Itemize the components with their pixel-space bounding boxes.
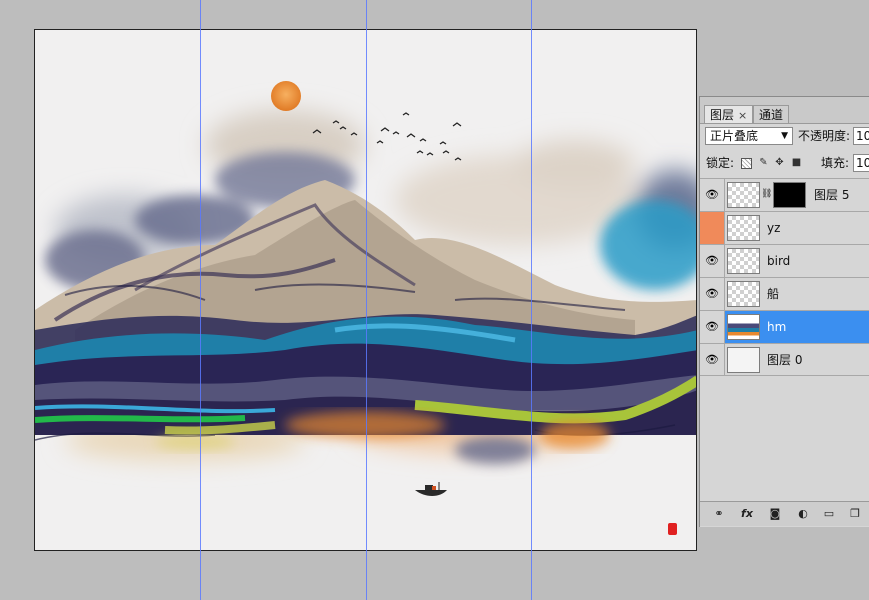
tab-channels[interactable]: 通道 — [753, 105, 790, 123]
lock-fill-row: 锁定: ✎ ✥ ■ 填充: 100% — [700, 151, 869, 175]
fx-icon[interactable]: fx — [738, 506, 756, 522]
boat — [415, 482, 447, 496]
eye-hidden-toggle[interactable] — [700, 212, 725, 244]
eye-icon[interactable]: 👁 — [700, 245, 725, 277]
tab-layers-label: 图层 — [710, 108, 735, 122]
layer-name: bird — [767, 254, 791, 268]
chevron-down-icon: ▼ — [781, 131, 788, 141]
layer-thumbnail — [727, 215, 760, 241]
layer-row-selected[interactable]: 👁 hm — [700, 310, 869, 343]
guide-line[interactable] — [366, 0, 367, 600]
layer-name: 图层 5 — [814, 188, 850, 202]
lock-move-icon[interactable]: ✥ — [774, 157, 785, 168]
new-group-icon[interactable]: ▭ — [820, 506, 838, 522]
red-seal — [668, 523, 677, 535]
layer-name: 船 — [767, 287, 780, 301]
layer-name: yz — [767, 221, 781, 235]
layer-row[interactable]: 👁 船 — [700, 277, 869, 310]
eye-icon[interactable]: 👁 — [700, 179, 725, 211]
opacity-label: 不透明度: — [798, 129, 851, 143]
layers-panel-footer: ⚭ fx ◙ ◐ ▭ ❐ — [700, 501, 869, 526]
guide-line[interactable] — [531, 0, 532, 600]
tab-close-icon[interactable]: × — [738, 109, 747, 122]
tab-layers[interactable]: 图层 × — [704, 105, 754, 123]
layer-thumbnail — [727, 347, 760, 373]
add-mask-icon[interactable]: ◙ — [766, 506, 784, 522]
fill-input[interactable]: 100% — [853, 154, 869, 172]
link-layers-icon[interactable]: ⚭ — [710, 506, 728, 522]
chain-link-icon[interactable]: ⛓ — [761, 189, 772, 199]
fill-label: 填充: — [821, 156, 850, 170]
layer-name: 图层 0 — [767, 353, 803, 367]
eye-icon[interactable]: 👁 — [700, 344, 725, 376]
blend-opacity-row: 正片叠底 ▼ 不透明度: 100% — [700, 124, 869, 148]
blend-mode-value: 正片叠底 — [710, 129, 759, 143]
layer-row[interactable]: 👁 bird — [700, 244, 869, 277]
layer-mask-thumbnail[interactable] — [773, 182, 806, 208]
adjustment-layer-icon[interactable]: ◐ — [794, 506, 812, 522]
lock-all-icon[interactable]: ■ — [791, 157, 802, 168]
eye-icon[interactable]: 👁 — [700, 311, 725, 343]
eye-icon[interactable]: 👁 — [700, 278, 725, 310]
new-layer-icon[interactable]: ❐ — [846, 506, 864, 522]
guide-line[interactable] — [200, 0, 201, 600]
opacity-input[interactable]: 100% — [853, 127, 869, 145]
layer-row[interactable]: yz — [700, 211, 869, 244]
lock-brush-icon[interactable]: ✎ — [758, 157, 769, 168]
layer-row[interactable]: 👁 图层 0 — [700, 343, 869, 376]
layers-panel: 图层× 通道 正片叠底 ▼ 不透明度: 100% 锁定: ✎ ✥ ■ 填充: 1… — [699, 96, 869, 527]
blend-mode-select[interactable]: 正片叠底 ▼ — [705, 127, 793, 145]
sun — [271, 81, 301, 111]
layer-thumbnail — [727, 314, 760, 340]
lock-label: 锁定: — [706, 156, 735, 170]
panel-tabs: 图层 × 通道 — [700, 97, 869, 124]
layer-name: hm — [767, 320, 787, 334]
layer-thumbnail — [727, 281, 760, 307]
layer-row[interactable]: 👁 ⛓ 图层 5 — [700, 178, 869, 211]
layer-thumbnail — [727, 248, 760, 274]
layer-thumbnail — [727, 182, 760, 208]
tab-channels-label: 通道 — [759, 108, 784, 122]
lock-transparent-icon[interactable] — [741, 158, 752, 169]
